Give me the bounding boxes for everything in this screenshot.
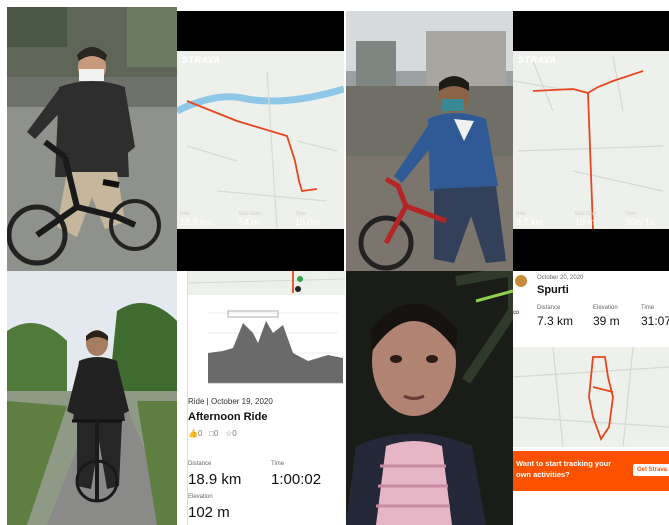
photo-rider-1: [7, 7, 177, 271]
achievement-count: 0: [232, 429, 237, 438]
strava-card-1[interactable]: STRAVA Ride 18.8 km Elev Gain 54 m Time …: [177, 11, 344, 271]
stat-value: 9.7 km: [516, 217, 544, 227]
rider-2-image: [346, 11, 513, 271]
rider-1-image: [7, 7, 177, 271]
distance-label: Distance: [537, 305, 561, 311]
rider-3-image: [7, 271, 177, 525]
distance-value: 7.3 km: [537, 314, 574, 328]
stat-time-2: Time 30m 1s: [625, 211, 655, 227]
time-label: Time: [271, 461, 285, 467]
kudos-row: 👍0 □0 ☆0: [188, 429, 237, 438]
get-strava-button[interactable]: Get Strava: [633, 464, 669, 476]
route-map-1: [177, 51, 344, 230]
strava-logo-2: STRAVA: [518, 55, 557, 65]
stat-value: 1h 0m: [295, 217, 321, 227]
activity-date: October 20, 2020: [537, 275, 584, 281]
elevation-label: Elevation: [188, 494, 213, 500]
signup-banner: Want to start tracking your own activiti…: [513, 451, 669, 491]
stat-elevation-1: Elev Gain 54 m: [239, 211, 261, 227]
stat-distance-1: Ride 18.8 km: [180, 211, 212, 227]
stat-distance-2: Ride 9.7 km: [516, 211, 543, 227]
athlete-name[interactable]: Spurti: [537, 284, 569, 296]
stat-time-1: Time 1h 0m: [295, 211, 320, 227]
photo-selfie: [346, 271, 513, 525]
stat-value: 30m 1s: [625, 217, 655, 227]
stat-value: 18.8 km: [180, 217, 213, 227]
spurti-route-map: [513, 347, 669, 447]
time-value: 1:00:02: [271, 471, 322, 488]
comment-count: 0: [213, 429, 219, 438]
stat-row-1: Ride 18.8 km Elev Gain 54 m Time 1h 0m: [177, 211, 344, 231]
stat-elevation-2: Elev Gain 10 m: [575, 211, 597, 227]
time-label: Time: [641, 305, 655, 311]
distance-value: 18.9 km: [188, 471, 242, 488]
stat-value: 10 m: [575, 217, 596, 227]
strava-logo-1: STRAVA: [182, 55, 221, 65]
ride-date-line: Ride | October 19, 2020: [188, 397, 273, 406]
strava-card-2[interactable]: STRAVA Ride 9.7 km Elev Gain 10 m Time 3…: [513, 11, 669, 271]
activity-type-icon: ∞: [513, 307, 520, 317]
elevation-value: 102 m: [188, 504, 230, 521]
time-value: 31:07: [641, 314, 669, 328]
route-map-2: [513, 51, 669, 230]
distance-label: Distance: [188, 461, 212, 467]
elevation-chart: [188, 303, 345, 393]
photo-rider-3: [7, 271, 177, 525]
stat-value: 54 m: [239, 217, 260, 227]
avatar: [515, 275, 527, 287]
elevation-label: Elevation: [593, 305, 618, 311]
mini-map: [188, 271, 345, 295]
activity-card[interactable]: Ride | October 19, 2020 Afternoon Ride 👍…: [187, 271, 345, 525]
activity-title[interactable]: Afternoon Ride: [188, 411, 267, 423]
map-area-2: [513, 51, 669, 230]
spurti-card[interactable]: October 20, 2020 Spurti ∞ Distance 7.3 k…: [513, 271, 669, 525]
photo-rider-2: [346, 11, 513, 271]
selfie-image: [346, 271, 513, 525]
kudos-icon[interactable]: 👍: [188, 429, 198, 438]
elevation-value: 39 m: [593, 314, 620, 328]
map-area-1: [177, 51, 344, 230]
stat-row-2: Ride 9.7 km Elev Gain 10 m Time 30m 1s: [513, 211, 669, 231]
kudos-count: 0: [197, 429, 203, 438]
banner-text: Want to start tracking your own activiti…: [516, 459, 612, 479]
